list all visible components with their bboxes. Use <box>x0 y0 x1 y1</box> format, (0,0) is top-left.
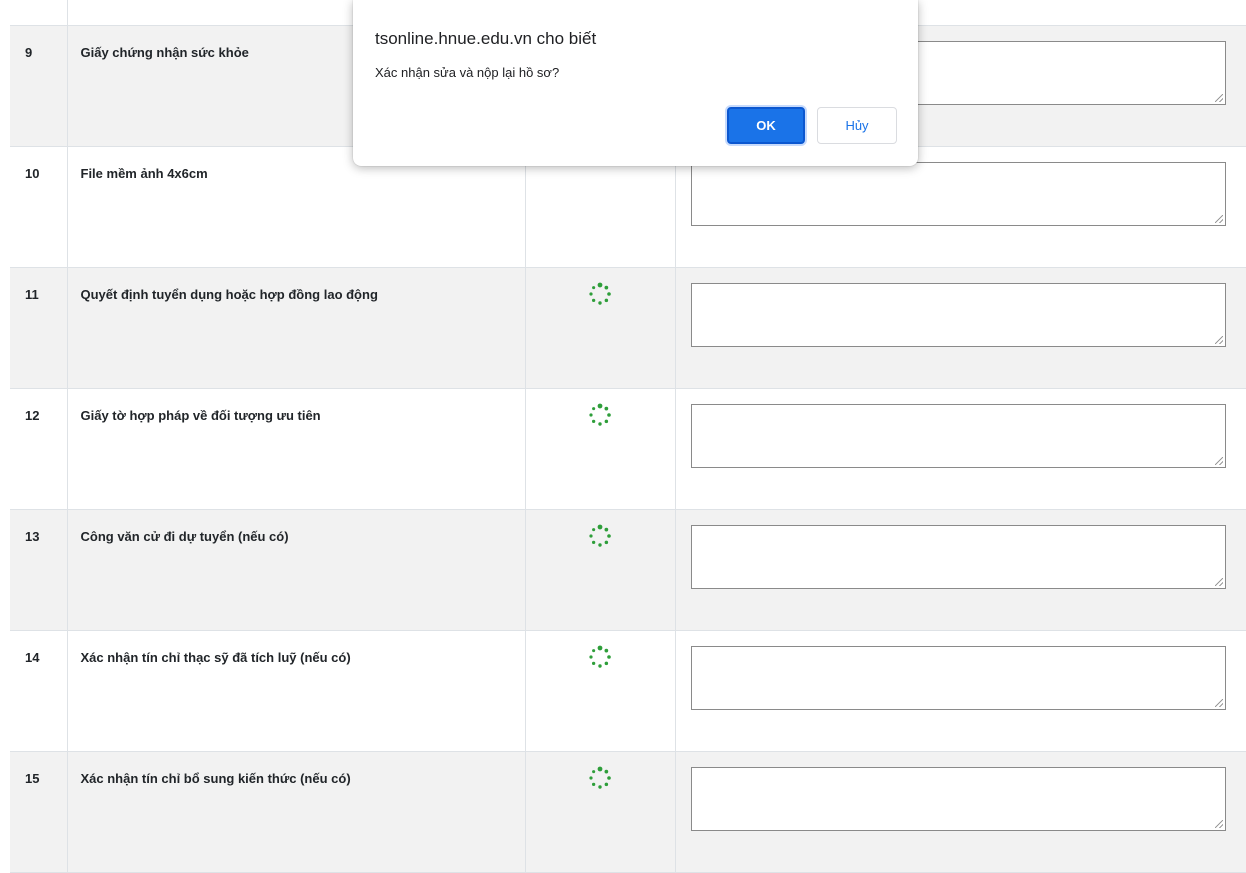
spinner-dot <box>604 648 609 653</box>
row-number: 14 <box>10 630 67 752</box>
spinner-dot <box>598 301 602 305</box>
document-name: Công văn cử đi dự tuyển (nếu có) <box>66 509 525 631</box>
spinner-dot <box>592 649 596 653</box>
row-number: 13 <box>10 509 67 631</box>
status-cell <box>524 267 675 389</box>
spinner-dot <box>604 540 609 545</box>
spinner-dot <box>598 422 602 426</box>
loading-spinner-icon <box>589 766 611 789</box>
spinner-dot <box>604 406 609 411</box>
spinner-dot <box>598 785 602 789</box>
resize-grip-icon[interactable] <box>1214 215 1223 223</box>
status-cell <box>524 509 675 631</box>
resize-grip-icon[interactable] <box>1214 457 1223 465</box>
spinner-dot <box>589 776 593 780</box>
spinner-dot <box>597 645 603 651</box>
resize-grip-icon[interactable] <box>1214 94 1223 102</box>
spinner-dot <box>597 524 603 530</box>
spinner-dot <box>591 419 596 424</box>
spinner-dot <box>604 782 609 787</box>
spinner-dot <box>598 664 602 668</box>
note-textarea[interactable] <box>690 646 1226 710</box>
ok-button[interactable]: OK <box>727 107 805 144</box>
table-row: 13 Công văn cử đi dự tuyển (nếu có) <box>10 509 1246 631</box>
status-cell <box>524 630 675 752</box>
row-number: 10 <box>10 146 67 268</box>
spinner-dot <box>591 298 596 303</box>
spinner-dot <box>607 655 611 659</box>
spinner-dot <box>598 543 602 547</box>
table-row: 12 Giấy tờ hợp pháp về đối tượng ưu tiên <box>10 388 1246 510</box>
spinner-dot <box>604 285 609 290</box>
status-cell <box>524 751 675 873</box>
spinner-dot <box>592 528 596 532</box>
spinner-dot <box>591 782 596 787</box>
spinner-dot <box>589 413 593 417</box>
loading-spinner-icon <box>589 282 611 305</box>
spinner-dot <box>589 292 593 296</box>
spinner-dot <box>604 769 609 774</box>
document-name: Xác nhận tín chỉ bổ sung kiến thức (nếu … <box>66 751 525 873</box>
document-name: Quyết định tuyển dụng hoặc hợp đồng lao … <box>66 267 525 389</box>
note-textarea[interactable] <box>690 283 1226 347</box>
dialog-message: Xác nhận sửa và nộp lại hồ sơ? <box>375 65 560 80</box>
row-number: 12 <box>10 388 67 510</box>
row-number: 15 <box>10 751 67 873</box>
note-textarea[interactable] <box>690 404 1226 468</box>
resize-grip-icon[interactable] <box>1214 578 1223 586</box>
spinner-dot <box>607 292 611 296</box>
table-row: 11 Quyết định tuyển dụng hoặc hợp đồng l… <box>10 267 1246 389</box>
spinner-dot <box>607 776 611 780</box>
loading-spinner-icon <box>589 524 611 547</box>
spinner-dot <box>604 527 609 532</box>
spinner-dot <box>589 534 593 538</box>
document-name: Xác nhận tín chỉ thạc sỹ đã tích luỹ (nế… <box>66 630 525 752</box>
spinner-dot <box>597 766 603 772</box>
spinner-dot <box>604 298 609 303</box>
note-cell <box>674 388 1246 510</box>
spinner-dot <box>592 407 596 411</box>
resize-grip-icon[interactable] <box>1214 699 1223 707</box>
spinner-dot <box>607 413 611 417</box>
document-name: Giấy tờ hợp pháp về đối tượng ưu tiên <box>66 388 525 510</box>
table-row: 15 Xác nhận tín chỉ bổ sung kiến thức (n… <box>10 751 1246 873</box>
loading-spinner-icon <box>589 645 611 668</box>
spinner-dot <box>604 419 609 424</box>
note-cell <box>674 267 1246 389</box>
confirm-dialog: tsonline.hnue.edu.vn cho biết Xác nhận s… <box>353 0 918 166</box>
resize-grip-icon[interactable] <box>1214 820 1223 828</box>
spinner-dot <box>597 403 603 409</box>
status-cell <box>524 388 675 510</box>
note-textarea[interactable] <box>690 767 1226 831</box>
spinner-dot <box>592 770 596 774</box>
row-number: 9 <box>10 25 67 147</box>
note-cell <box>674 751 1246 873</box>
table-row: 14 Xác nhận tín chỉ thạc sỹ đã tích luỹ … <box>10 630 1246 752</box>
spinner-dot <box>591 661 596 666</box>
note-textarea[interactable] <box>690 162 1226 226</box>
spinner-dot <box>607 534 611 538</box>
note-textarea[interactable] <box>690 525 1226 589</box>
dialog-title: tsonline.hnue.edu.vn cho biết <box>375 29 597 48</box>
spinner-dot <box>604 661 609 666</box>
spinner-dot <box>592 286 596 290</box>
spinner-dot <box>589 655 593 659</box>
row-number: 11 <box>10 267 67 389</box>
resize-grip-icon[interactable] <box>1214 336 1223 344</box>
cancel-button[interactable]: Hủy <box>817 107 897 144</box>
spinner-dot <box>591 540 596 545</box>
spinner-dot <box>597 282 603 288</box>
note-cell <box>674 630 1246 752</box>
note-cell <box>674 509 1246 631</box>
loading-spinner-icon <box>589 403 611 426</box>
